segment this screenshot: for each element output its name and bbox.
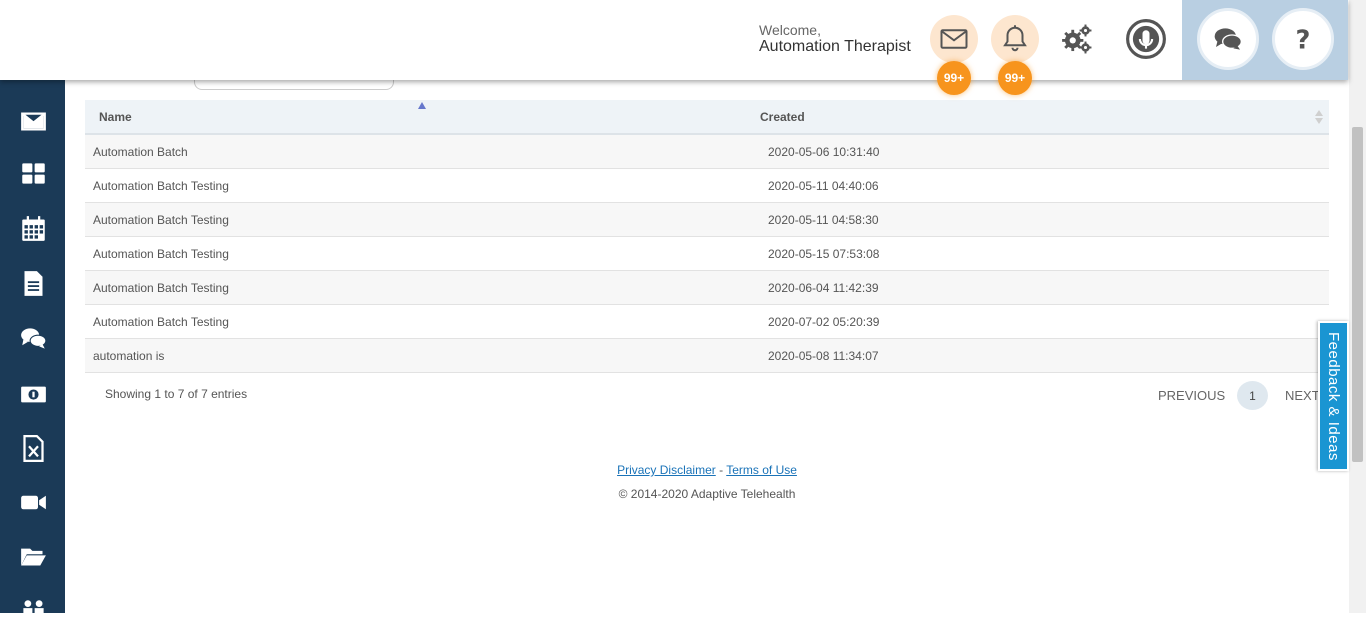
calendar-icon[interactable] xyxy=(18,213,48,243)
audio-button[interactable] xyxy=(1122,15,1170,63)
sidebar xyxy=(0,0,65,617)
welcome-block: Welcome, Automation Therapist xyxy=(759,22,911,55)
dashboard-icon[interactable] xyxy=(18,158,48,188)
cell-created: 2020-06-04 11:42:39 xyxy=(768,281,879,295)
money-icon[interactable] xyxy=(18,379,48,409)
sort-icon xyxy=(1315,110,1323,124)
settings-button[interactable] xyxy=(1053,15,1101,63)
messages-button[interactable] xyxy=(1197,8,1259,70)
table-header: Name Created xyxy=(85,100,1329,135)
users-icon[interactable] xyxy=(18,596,48,626)
sort-ascending-icon xyxy=(418,102,426,109)
chat-bubbles-icon xyxy=(1214,28,1242,50)
bell-icon xyxy=(1003,25,1027,52)
question-icon: ? xyxy=(1296,25,1311,53)
cell-name: Automation Batch Testing xyxy=(93,247,229,261)
folder-open-icon[interactable] xyxy=(18,541,48,571)
table-row[interactable]: Automation Batch Testing 2020-05-15 07:53… xyxy=(85,237,1329,271)
vertical-scrollbar[interactable] xyxy=(1349,0,1366,613)
table-row[interactable]: automation is 2020-05-08 11:34:07 xyxy=(85,339,1329,373)
table-body: Automation Batch 2020-05-06 10:31:40 Autom… xyxy=(85,135,1329,373)
column-header-name[interactable]: Name xyxy=(99,110,132,124)
document-icon[interactable] xyxy=(18,268,48,298)
mail-icon xyxy=(940,29,968,49)
notification-badge: 99+ xyxy=(998,61,1032,95)
privacy-disclaimer-link[interactable]: Privacy Disclaimer xyxy=(617,463,716,477)
table-row[interactable]: Automation Batch Testing 2020-07-02 05:20… xyxy=(85,305,1329,339)
pagination-page-1[interactable]: 1 xyxy=(1237,381,1268,410)
cell-created: 2020-05-08 11:34:07 xyxy=(768,349,879,363)
pagination-previous[interactable]: PREVIOUS xyxy=(1158,388,1225,403)
envelope-icon[interactable] xyxy=(18,106,48,136)
feedback-tab[interactable]: Feedback & Ideas xyxy=(1318,321,1349,471)
cell-name: Automation Batch Testing xyxy=(93,213,229,227)
cell-name: automation is xyxy=(93,349,165,363)
help-button[interactable]: ? xyxy=(1272,8,1334,70)
excel-icon[interactable] xyxy=(18,433,48,463)
welcome-label: Welcome, xyxy=(759,22,821,38)
scrollbar-thumb[interactable] xyxy=(1352,127,1363,462)
cell-name: Automation Batch Testing xyxy=(93,315,229,329)
top-header: Welcome, Automation Therapist ? xyxy=(0,0,1348,80)
svg-text:?: ? xyxy=(1296,25,1311,53)
cell-created: 2020-05-11 04:58:30 xyxy=(768,213,879,227)
pagination-next[interactable]: NEXT xyxy=(1285,388,1320,403)
table-row[interactable]: Automation Batch Testing 2020-06-04 11:42… xyxy=(85,271,1329,305)
microphone-icon xyxy=(1126,19,1166,59)
gears-icon xyxy=(1062,24,1092,54)
table-row[interactable]: Automation Batch Testing 2020-05-11 04:58… xyxy=(85,203,1329,237)
footer-separator: - xyxy=(719,463,724,477)
user-name: Automation Therapist xyxy=(759,38,911,55)
cell-name: Automation Batch Testing xyxy=(93,281,229,295)
batch-table: Name Created Automation Batch 2020-05-06 … xyxy=(85,100,1329,373)
table-row[interactable]: Automation Batch Testing 2020-05-11 04:40… xyxy=(85,169,1329,203)
cell-name: Automation Batch Testing xyxy=(93,179,229,193)
terms-of-use-link[interactable]: Terms of Use xyxy=(726,463,797,477)
header-action-panel: ? xyxy=(1182,0,1348,80)
cell-created: 2020-05-15 07:53:08 xyxy=(768,247,880,261)
mail-badge: 99+ xyxy=(937,61,971,95)
footer-links: Privacy Disclaimer - Terms of Use xyxy=(0,463,1366,477)
cell-name: Automation Batch xyxy=(93,145,188,159)
cell-created: 2020-05-11 04:40:06 xyxy=(768,179,879,193)
cell-created: 2020-05-06 10:31:40 xyxy=(768,145,880,159)
column-header-created[interactable]: Created xyxy=(760,110,805,124)
cell-created: 2020-07-02 05:20:39 xyxy=(768,315,880,329)
chat-icon[interactable] xyxy=(18,323,48,353)
feedback-label: Feedback & Ideas xyxy=(1325,331,1342,461)
mail-button[interactable] xyxy=(930,15,978,63)
table-row[interactable]: Automation Batch 2020-05-06 10:31:40 xyxy=(85,135,1329,169)
copyright: © 2014-2020 Adaptive Telehealth xyxy=(618,487,796,501)
table-info: Showing 1 to 7 of 7 entries xyxy=(105,387,248,401)
notification-button[interactable] xyxy=(991,15,1039,63)
